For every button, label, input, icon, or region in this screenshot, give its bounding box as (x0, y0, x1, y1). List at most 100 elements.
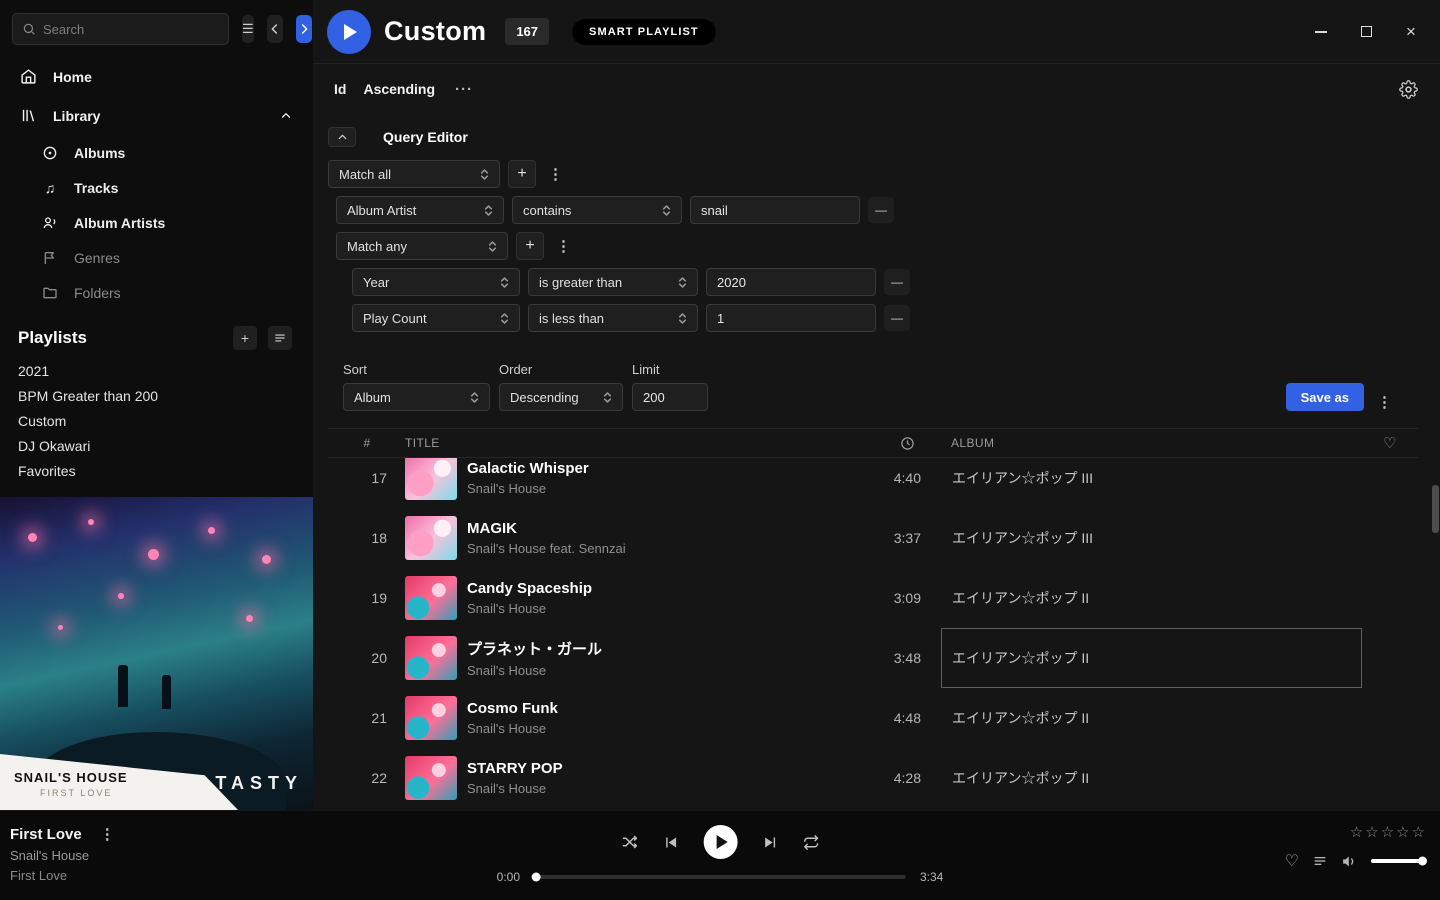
sort-direction-button[interactable]: Ascending (363, 81, 435, 97)
favorite-button[interactable]: ♡ (1285, 851, 1299, 871)
now-playing-artist: Snail's House (10, 848, 119, 863)
nav-back-button[interactable] (267, 15, 283, 43)
sidebar-item-albums[interactable]: Albums (0, 135, 313, 170)
sidebar-item-album-artists[interactable]: Album Artists (0, 205, 313, 240)
close-button[interactable]: × (1404, 25, 1418, 39)
unfold-icon (486, 239, 499, 254)
add-rule-button[interactable]: + (508, 160, 536, 188)
sort-order-limit-row: Sort Album Order Descending Limit (328, 340, 1418, 411)
track-number: 17 (343, 470, 391, 486)
volume-slider[interactable] (1371, 859, 1425, 863)
star-icon[interactable]: ☆ (1412, 823, 1425, 841)
playlist-item[interactable]: Favorites (0, 458, 313, 483)
track-thumbnail (405, 636, 457, 680)
seek-bar[interactable] (534, 875, 906, 879)
match-any-select[interactable]: Match any (336, 232, 508, 260)
repeat-button[interactable] (803, 834, 820, 851)
rule-value-input[interactable] (690, 196, 860, 224)
track-thumbnail (405, 696, 457, 740)
now-playing-artwork[interactable]: SNAIL'S HOUSE FIRST LOVE TASTY (0, 497, 313, 810)
track-row[interactable]: 22 STARRY POP Snail's House 4:28 エイリアン☆ポ… (328, 748, 1418, 808)
rule-field-select[interactable]: Year (352, 268, 520, 296)
seek-handle[interactable] (532, 873, 541, 882)
sidebar-item-library[interactable]: Library (0, 96, 313, 135)
match-all-select[interactable]: Match all (328, 160, 500, 188)
sidebar-item-folders[interactable]: Folders (0, 275, 313, 310)
next-icon (762, 834, 779, 851)
rule-field-select[interactable]: Album Artist (336, 196, 504, 224)
maximize-button[interactable] (1359, 25, 1373, 39)
scrollbar-thumb[interactable] (1432, 485, 1439, 533)
player-bar: First Love ⋮ Snail's House First Love 0:… (0, 810, 1440, 900)
volume-button[interactable] (1341, 853, 1358, 870)
sort-select[interactable]: Album (343, 383, 490, 411)
playlist-item[interactable]: DJ Okawari (0, 433, 313, 458)
playlist-item[interactable]: BPM Greater than 200 (0, 383, 313, 408)
shuffle-button[interactable] (621, 833, 639, 851)
rule-field-select[interactable]: Play Count (352, 304, 520, 332)
add-playlist-button[interactable]: + (233, 326, 257, 350)
order-select[interactable]: Descending (499, 383, 623, 411)
track-row[interactable]: 18 MAGIK Snail's House feat. Sennzai 3:3… (328, 508, 1418, 568)
group-menu-button[interactable]: ⋮ (544, 165, 567, 183)
rule-value-input[interactable] (706, 304, 876, 332)
sidebar-item-genres[interactable]: Genres (0, 240, 313, 275)
rule-operator-select[interactable]: contains (512, 196, 682, 224)
track-row[interactable]: 21 Cosmo Funk Snail's House 4:48 エイリアン☆ポ… (328, 688, 1418, 748)
queue-button[interactable] (1312, 853, 1328, 869)
track-album: エイリアン☆ポップ II (941, 688, 1362, 748)
favorite-column-header: ♡ (1362, 434, 1418, 452)
star-icon[interactable]: ☆ (1381, 823, 1394, 841)
rule-operator-select[interactable]: is less than (528, 304, 698, 332)
star-icon[interactable]: ☆ (1365, 823, 1378, 841)
now-playing-menu-button[interactable]: ⋮ (96, 825, 119, 843)
rule-value-input[interactable] (706, 268, 876, 296)
sort-more-button[interactable]: ··· (455, 81, 473, 98)
playlist-header: Custom 167 SMART PLAYLIST × (313, 0, 1440, 64)
group-menu-button[interactable]: ⋮ (552, 237, 575, 255)
unfold-icon (482, 203, 495, 218)
sidebar-item-tracks[interactable]: ♫ Tracks (0, 170, 313, 205)
lantern-decor (118, 593, 124, 599)
track-row[interactable]: 17 Galactic Whisper Snail's House 4:40 エ… (328, 458, 1418, 508)
next-button[interactable] (762, 834, 779, 851)
track-row[interactable]: 20 プラネット・ガール Snail's House 3:48 エイリアン☆ポッ… (328, 628, 1418, 688)
minimize-button[interactable] (1314, 25, 1328, 39)
volume-handle[interactable] (1418, 857, 1427, 866)
remove-rule-button[interactable]: — (868, 197, 894, 223)
collapse-query-editor-button[interactable] (328, 127, 356, 147)
playlists-header: Playlists + (0, 310, 313, 358)
track-duration: 4:28 (851, 770, 921, 786)
track-album: エイリアン☆ポップ III (941, 508, 1362, 568)
add-rule-button[interactable]: + (516, 232, 544, 260)
track-album-focused[interactable]: エイリアン☆ポップ II (941, 628, 1362, 688)
settings-gear-icon[interactable] (1399, 80, 1418, 99)
remove-rule-button[interactable]: — (884, 305, 910, 331)
playlist-item[interactable]: Custom (0, 408, 313, 433)
nav-forward-button[interactable] (296, 15, 312, 43)
play-pause-button[interactable] (704, 825, 738, 859)
star-icon[interactable]: ☆ (1350, 823, 1363, 841)
music-note-icon: ♫ (42, 180, 58, 196)
previous-button[interactable] (663, 834, 680, 851)
play-playlist-button[interactable] (327, 10, 371, 54)
playlist-list-button[interactable] (268, 326, 292, 350)
sidebar-item-home[interactable]: Home (0, 57, 313, 96)
star-icon[interactable]: ☆ (1396, 823, 1409, 841)
album-artists-label: Album Artists (74, 215, 165, 231)
menu-button[interactable]: ☰ (242, 15, 254, 43)
search-box[interactable] (12, 13, 229, 45)
home-label: Home (53, 69, 92, 85)
limit-input[interactable] (632, 383, 708, 411)
search-input[interactable] (43, 22, 219, 37)
duration-column-header (851, 436, 921, 451)
playlist-item[interactable]: 2021 (0, 358, 313, 383)
rule-operator-select[interactable]: is greater than (528, 268, 698, 296)
save-menu-button[interactable]: ⋮ (1373, 393, 1396, 411)
save-as-button[interactable]: Save as (1286, 383, 1364, 411)
track-row[interactable]: 19 Candy Spaceship Snail's House 3:09 エイ… (328, 568, 1418, 628)
unfold-icon (478, 167, 491, 182)
sort-field-button[interactable]: Id (334, 81, 346, 97)
remove-rule-button[interactable]: — (884, 269, 910, 295)
lantern-decor (208, 527, 215, 534)
